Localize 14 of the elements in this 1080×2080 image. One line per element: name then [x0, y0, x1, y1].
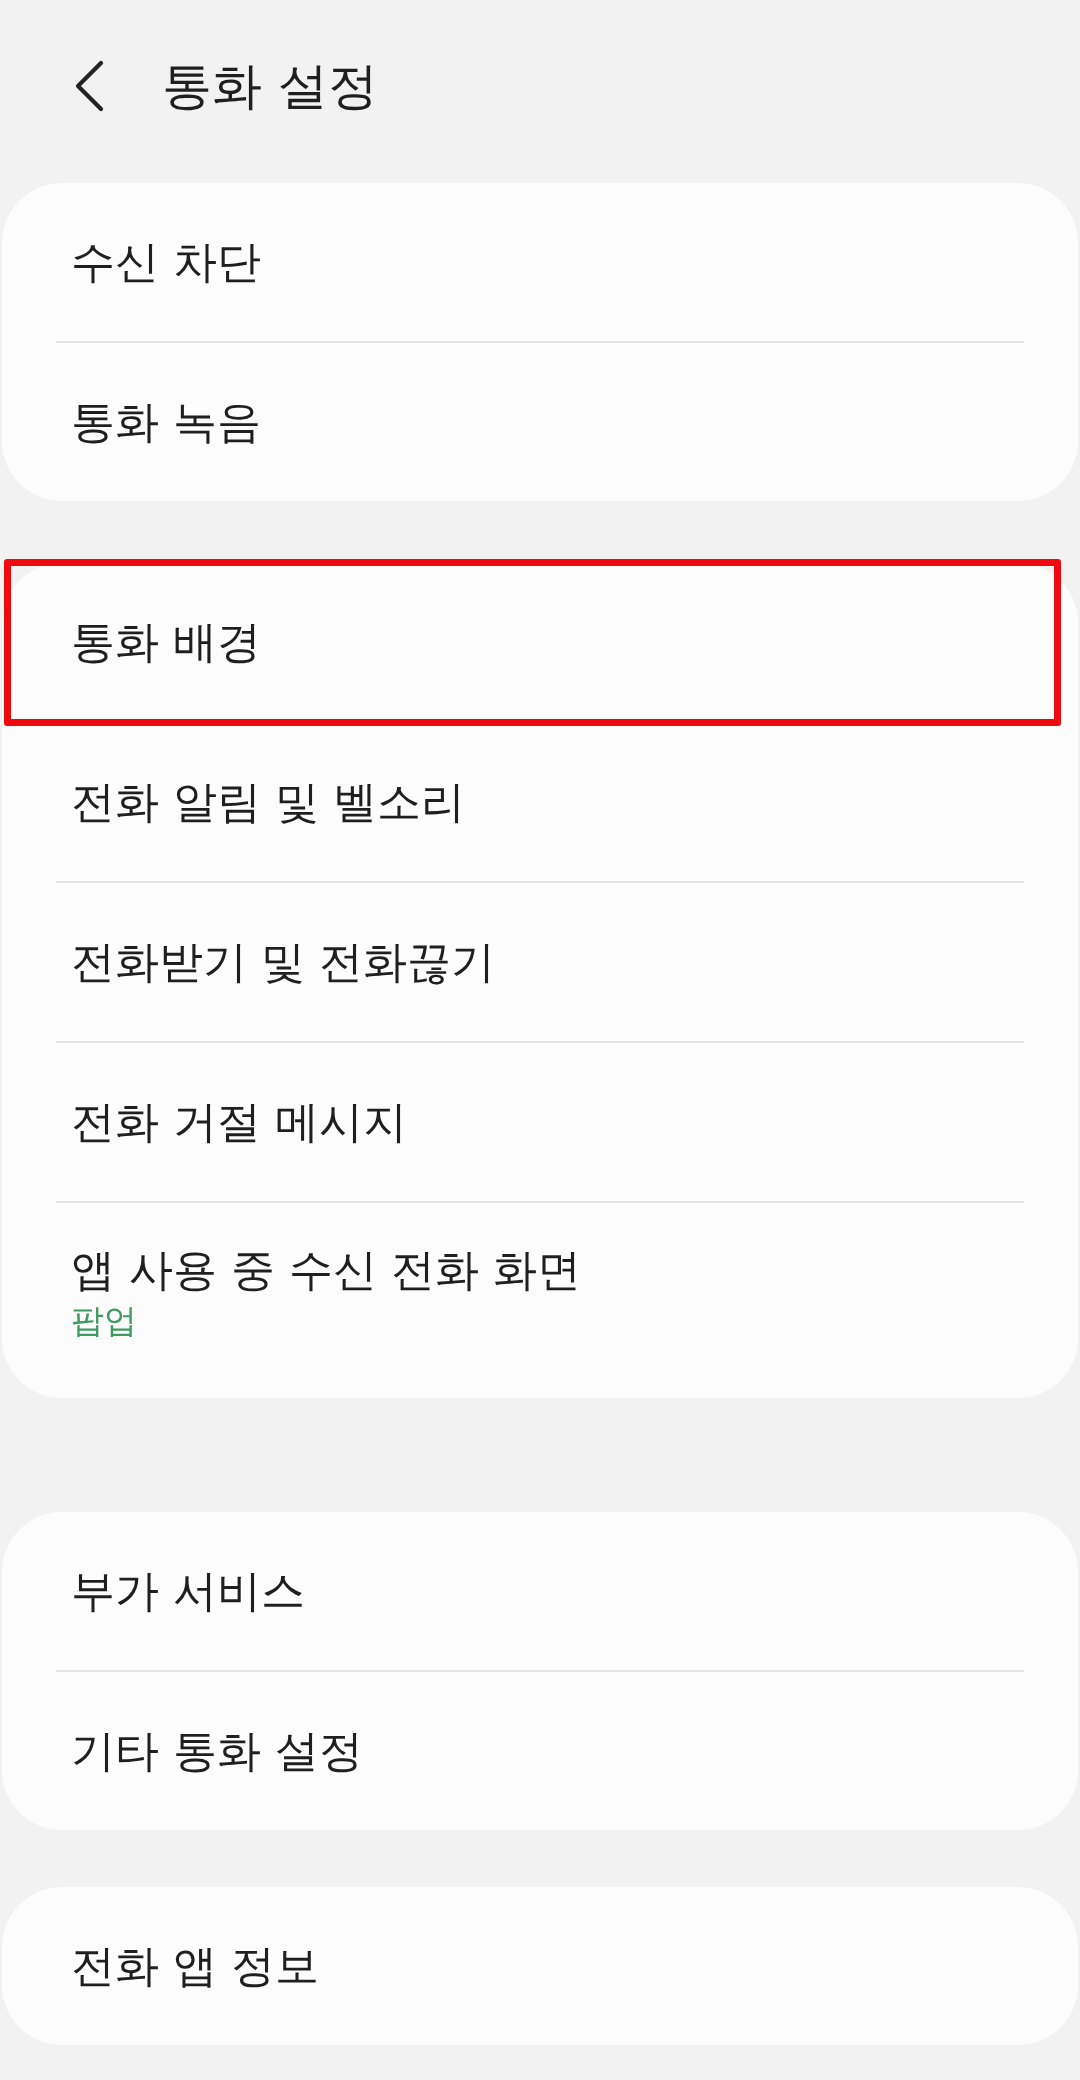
back-button[interactable] — [74, 60, 104, 112]
setting-item[interactable]: 전화받기 및 전화끊기 — [2, 883, 1078, 1041]
setting-item[interactable]: 통화 배경 — [2, 563, 1078, 721]
setting-item[interactable]: 통화 녹음 — [2, 343, 1078, 501]
setting-item[interactable]: 앱 사용 중 수신 전화 화면 팝업 — [2, 1203, 1078, 1398]
back-icon — [74, 60, 104, 112]
setting-summary: 팝업 — [71, 1300, 137, 1343]
setting-item[interactable]: 전화 앱 정보 — [2, 1887, 1078, 2045]
page-title: 통화 설정 — [162, 56, 378, 116]
setting-item[interactable]: 전화 알림 및 벨소리 — [2, 723, 1078, 881]
setting-item[interactable]: 부가 서비스 — [2, 1512, 1078, 1670]
setting-item[interactable]: 전화 거절 메시지 — [2, 1043, 1078, 1201]
setting-item[interactable]: 수신 차단 — [2, 183, 1078, 341]
setting-item[interactable]: 기타 통화 설정 — [2, 1672, 1078, 1830]
